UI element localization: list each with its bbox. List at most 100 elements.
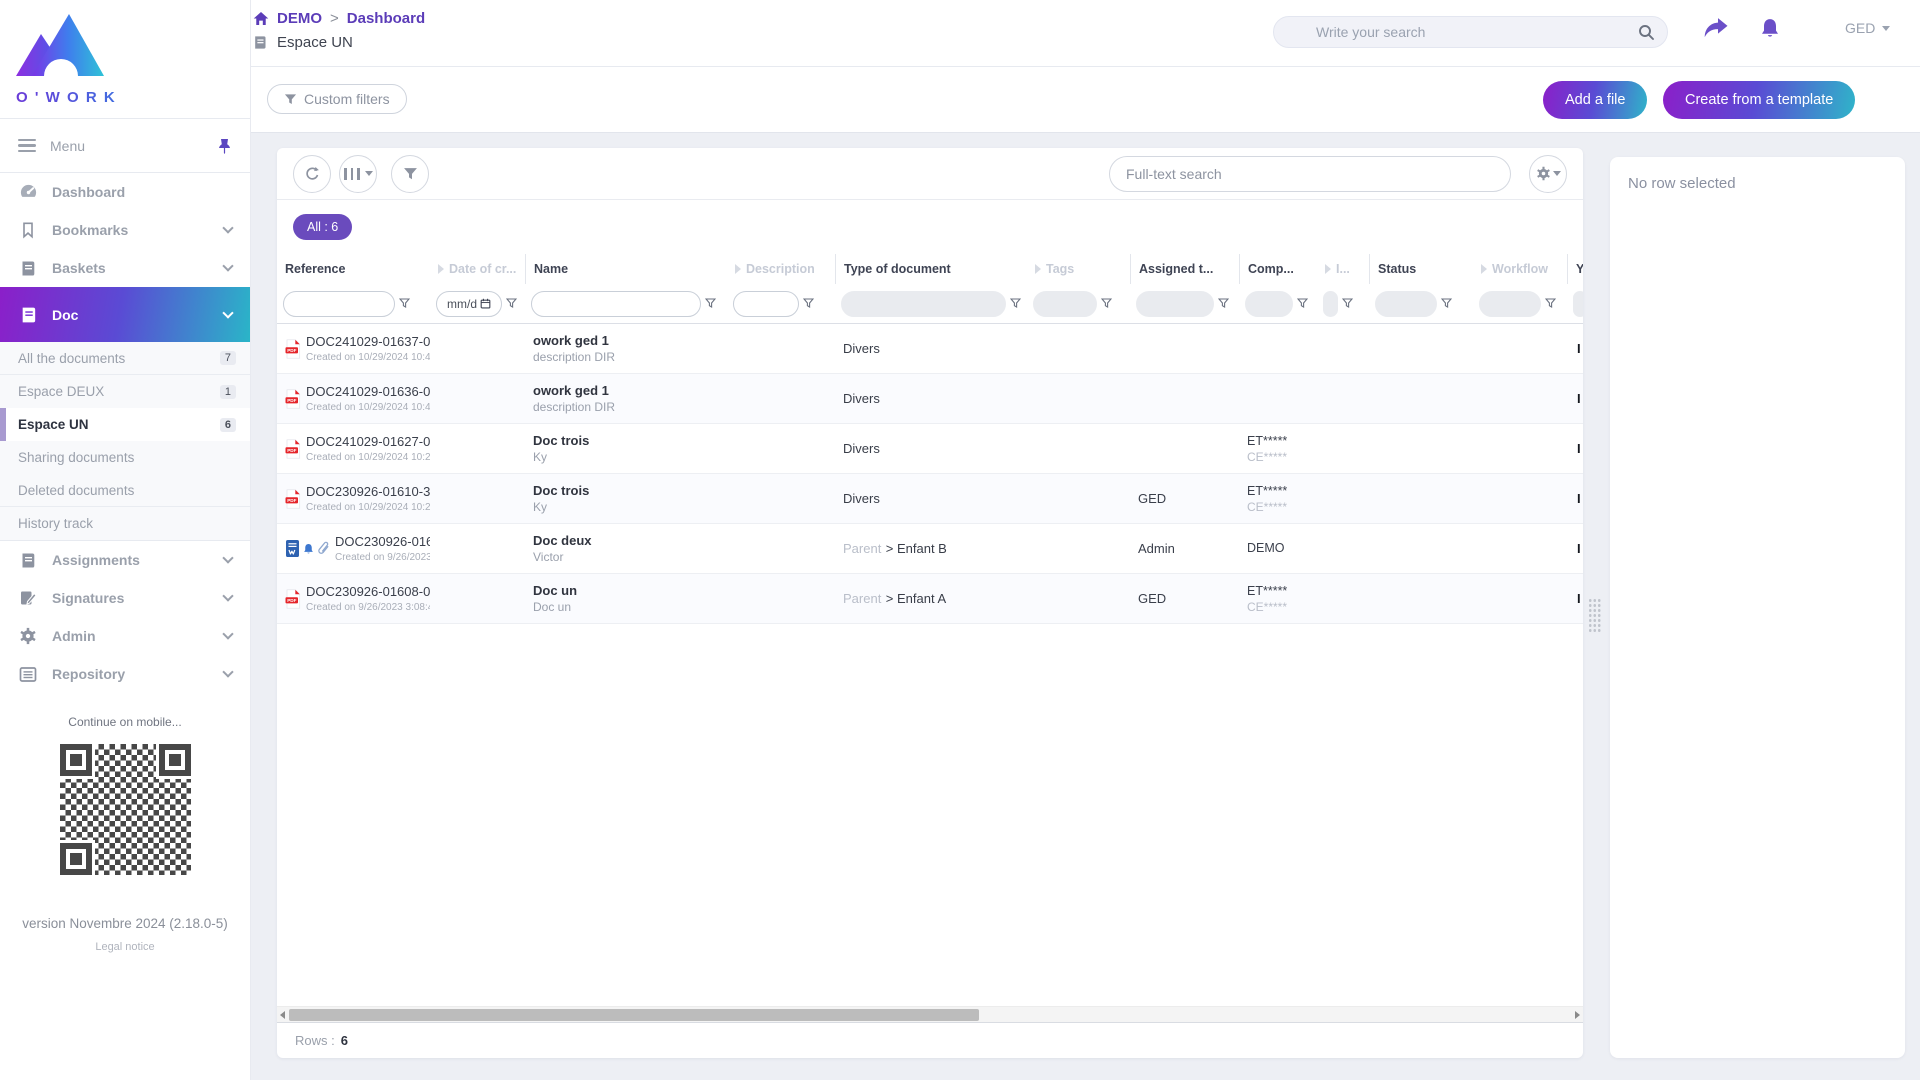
all-filter-badge[interactable]: All : 6: [293, 214, 352, 240]
scroll-right-icon[interactable]: [1575, 1011, 1580, 1019]
row-name-sub: Victor: [533, 550, 727, 564]
table-row[interactable]: PDF DOC241029-01627-0Created on 10/29/20…: [277, 424, 1583, 474]
scroll-left-icon[interactable]: [280, 1011, 285, 1019]
hamburger-icon: [18, 136, 36, 155]
panel-resize-handle[interactable]: [1588, 598, 1601, 632]
svg-text:PDF: PDF: [287, 598, 296, 603]
funnel-icon[interactable]: [1297, 298, 1308, 309]
column-header-description[interactable]: Description: [727, 254, 835, 284]
create-template-button[interactable]: Create from a template: [1663, 81, 1855, 119]
column-header-reference[interactable]: Reference: [277, 254, 430, 284]
funnel-icon[interactable]: [1010, 298, 1021, 309]
home-icon[interactable]: [253, 11, 269, 26]
menu-toggle-row[interactable]: Menu: [0, 118, 250, 173]
refresh-button[interactable]: [293, 155, 331, 193]
sidebar-item-doc[interactable]: Doc: [0, 287, 250, 342]
search-icon[interactable]: [1638, 24, 1655, 41]
table-row[interactable]: PDF DOC230926-01608-0Created on 9/26/202…: [277, 574, 1583, 624]
svg-text:PDF: PDF: [287, 398, 296, 403]
funnel-icon[interactable]: [1441, 298, 1452, 309]
date-filter[interactable]: mm/d: [436, 291, 502, 317]
sidebar-item-admin[interactable]: Admin: [0, 617, 250, 655]
breadcrumb-page[interactable]: Dashboard: [347, 10, 425, 27]
sort-arrow-icon[interactable]: [1325, 264, 1331, 274]
sidebar-item-espace-deux[interactable]: Espace DEUX 1: [0, 375, 250, 408]
sidebar-item-signatures[interactable]: Signatures: [0, 579, 250, 617]
svg-text:PDF: PDF: [287, 498, 296, 503]
pin-icon[interactable]: [217, 138, 232, 154]
app-version: version Novembre 2024 (2.18.0-5): [0, 916, 250, 931]
sidebar-item-repository[interactable]: Repository: [0, 655, 250, 693]
funnel-icon[interactable]: [399, 298, 410, 309]
sidebar-item-assignments[interactable]: Assignments: [0, 541, 250, 579]
topbar: [251, 0, 1920, 67]
columns-button[interactable]: [339, 155, 377, 193]
column-header-date[interactable]: Date of cr...: [430, 254, 525, 284]
count-badge: 6: [220, 418, 236, 432]
column-header-assigned[interactable]: Assigned t...: [1130, 254, 1239, 284]
row-company: DEMO: [1247, 541, 1317, 555]
row-type: Divers: [843, 391, 880, 406]
column-header-i[interactable]: I...: [1317, 254, 1369, 284]
sidebar-item-deleted-documents[interactable]: Deleted documents: [0, 474, 250, 507]
row-type-parent: Parent: [843, 591, 881, 606]
table-row[interactable]: PDF DOC241029-01637-0Created on 10/29/20…: [277, 324, 1583, 374]
funnel-icon[interactable]: [705, 298, 716, 309]
reference-filter-input[interactable]: [290, 297, 389, 311]
column-header-workflow[interactable]: Workflow: [1473, 254, 1567, 284]
sort-arrow-icon[interactable]: [1035, 264, 1041, 274]
count-badge: 1: [220, 385, 236, 399]
sidebar-item-espace-un[interactable]: Espace UN 6: [0, 408, 250, 441]
table-row[interactable]: PDF DOC230926-01610-3Created on 10/29/20…: [277, 474, 1583, 524]
row-company: ET*****: [1247, 484, 1317, 498]
horizontal-scrollbar[interactable]: [277, 1006, 1583, 1022]
filter-button[interactable]: [391, 155, 429, 193]
table-row[interactable]: DOC230926-01609-0Created on 9/26/2023 3:…: [277, 524, 1583, 574]
column-header-type[interactable]: Type of document: [835, 254, 1027, 284]
sidebar-item-dashboard[interactable]: Dashboard: [0, 173, 250, 211]
sort-arrow-icon[interactable]: [1481, 264, 1487, 274]
legal-notice-link[interactable]: Legal notice: [0, 941, 250, 953]
table-settings-button[interactable]: [1529, 155, 1567, 193]
pdf-file-icon: PDF: [285, 439, 301, 459]
share-icon[interactable]: [1703, 17, 1728, 39]
sort-arrow-icon[interactable]: [735, 264, 741, 274]
sidebar-item-baskets[interactable]: Baskets: [0, 249, 250, 287]
row-reference: DOC241029-01636-0: [306, 384, 430, 399]
table-footer: Rows : 6: [277, 1022, 1583, 1058]
column-header-tags[interactable]: Tags: [1027, 254, 1130, 284]
funnel-icon[interactable]: [506, 298, 517, 309]
row-created: Created on 10/29/2024 10:24:21 PM: [306, 452, 430, 463]
funnel-icon[interactable]: [1218, 298, 1229, 309]
funnel-icon[interactable]: [1101, 298, 1112, 309]
sidebar-item-history-track[interactable]: History track: [0, 507, 250, 540]
funnel-icon[interactable]: [1545, 298, 1556, 309]
fulltext-search-input[interactable]: [1126, 166, 1494, 182]
sidebar-nav: Dashboard Bookmarks Baskets Doc All: [0, 173, 250, 693]
breadcrumb-root[interactable]: DEMO: [277, 10, 322, 27]
table-row[interactable]: PDF DOC241029-01636-0Created on 10/29/20…: [277, 374, 1583, 424]
name-filter-input[interactable]: [540, 297, 691, 311]
global-search-input[interactable]: [1316, 24, 1638, 40]
column-header-cut[interactable]: Y...: [1567, 254, 1583, 284]
funnel-icon[interactable]: [1342, 298, 1353, 309]
sidebar-item-bookmarks[interactable]: Bookmarks: [0, 211, 250, 249]
sub-item-label: Espace UN: [18, 417, 89, 432]
column-header-name[interactable]: Name: [525, 254, 727, 284]
scrollbar-thumb[interactable]: [289, 1009, 979, 1021]
custom-filters-button[interactable]: Custom filters: [267, 84, 407, 114]
description-filter-input[interactable]: [737, 297, 795, 311]
column-header-status[interactable]: Status: [1369, 254, 1473, 284]
sort-arrow-icon[interactable]: [438, 264, 444, 274]
add-file-button[interactable]: Add a file: [1543, 81, 1647, 119]
funnel-icon[interactable]: [803, 298, 814, 309]
svg-text:PDF: PDF: [287, 348, 296, 353]
pdf-file-icon: PDF: [285, 389, 301, 409]
row-name-sub: Ky: [533, 500, 727, 514]
sidebar-item-sharing-documents[interactable]: Sharing documents: [0, 441, 250, 474]
sidebar-item-all-documents[interactable]: All the documents 7: [0, 342, 250, 375]
bell-icon[interactable]: [1758, 17, 1782, 40]
user-menu[interactable]: GED: [1845, 20, 1890, 36]
row-type: > Enfant B: [886, 541, 947, 556]
column-header-company[interactable]: Comp...: [1239, 254, 1317, 284]
